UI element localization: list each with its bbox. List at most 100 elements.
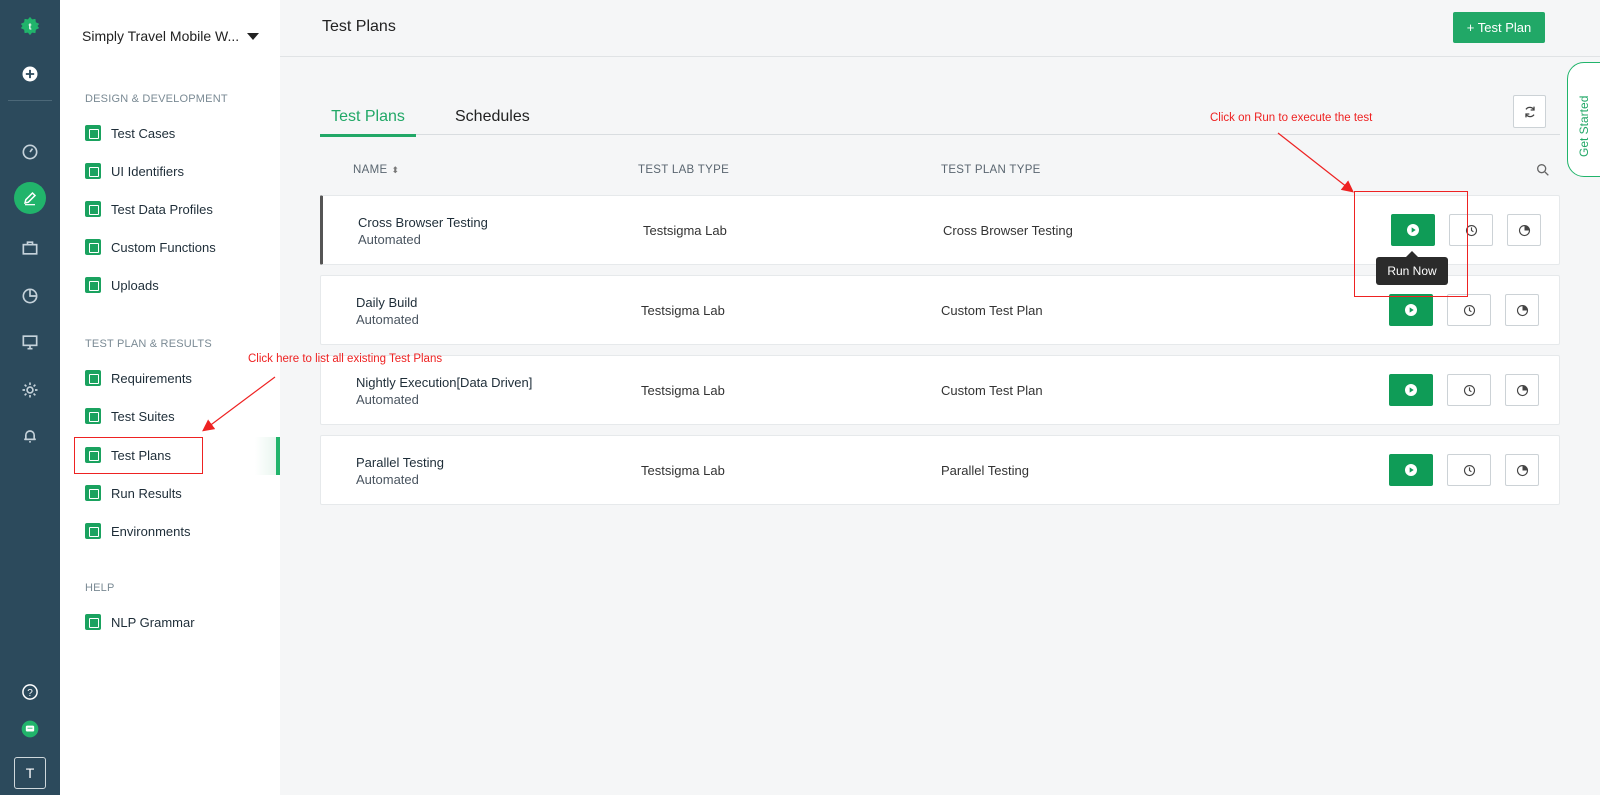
uploads-icon: [85, 277, 101, 293]
add-icon[interactable]: [14, 58, 46, 90]
sidebar-item-test-suites[interactable]: Test Suites: [85, 404, 175, 428]
test-lab-type: Testsigma Lab: [643, 223, 727, 238]
test-plan-type: Custom Test Plan: [941, 303, 1043, 318]
pie-chart-icon: [1516, 384, 1528, 396]
avatar[interactable]: T: [14, 757, 46, 789]
rail-divider: [8, 100, 52, 101]
plan-name[interactable]: Daily Build: [356, 295, 417, 310]
section-title-test-plan: TEST PLAN & RESULTS: [85, 338, 212, 350]
run-button[interactable]: [1389, 374, 1433, 406]
ui-identifiers-icon: [85, 163, 101, 179]
pie-chart-icon: [1518, 224, 1530, 236]
help-icon[interactable]: ?: [14, 676, 46, 708]
get-started-tab[interactable]: Get Started: [1567, 62, 1600, 177]
sidebar-item-ui-identifiers[interactable]: UI Identifiers: [85, 159, 184, 183]
reports-button[interactable]: [1505, 454, 1539, 486]
project-selector[interactable]: Simply Travel Mobile W...: [82, 28, 260, 44]
clock-icon: [1463, 384, 1475, 396]
test-lab-type: Testsigma Lab: [641, 303, 725, 318]
plan-kind: Automated: [356, 392, 419, 407]
sidebar-item-test-cases[interactable]: Test Cases: [85, 121, 175, 145]
get-started-label: Get Started: [1577, 95, 1591, 157]
sidebar-item-label: UI Identifiers: [111, 163, 184, 179]
sidebar-item-label: Run Results: [111, 485, 182, 501]
sidebar-item-label: Test Data Profiles: [111, 201, 213, 217]
page-header: Test Plans + Test Plan: [280, 0, 1600, 57]
pie-chart-icon[interactable]: [14, 280, 46, 312]
sidebar-item-label: Custom Functions: [111, 239, 216, 255]
sidebar-item-custom-functions[interactable]: Custom Functions: [85, 235, 216, 259]
nlp-grammar-icon: [85, 614, 101, 630]
pie-chart-icon: [1516, 304, 1528, 316]
annotation-run-text: Click on Run to execute the test: [1210, 112, 1373, 124]
sidebar-item-run-results[interactable]: Run Results: [85, 481, 182, 505]
table-row[interactable]: Nightly Execution[Data Driven] Automated…: [320, 355, 1560, 425]
test-suites-icon: [85, 408, 101, 424]
test-plan-type: Parallel Testing: [941, 463, 1029, 478]
plan-name[interactable]: Parallel Testing: [356, 455, 444, 470]
sidebar-item-label: Environments: [111, 523, 191, 539]
play-icon: [1405, 304, 1417, 316]
tab-schedules[interactable]: Schedules: [455, 108, 530, 134]
pie-chart-icon: [1516, 464, 1528, 476]
reports-button[interactable]: [1505, 294, 1539, 326]
reports-button[interactable]: [1505, 374, 1539, 406]
refresh-button[interactable]: [1513, 95, 1546, 128]
sidebar-item-label: NLP Grammar: [111, 614, 195, 630]
sidebar-item-test-data-profiles[interactable]: Test Data Profiles: [85, 197, 213, 221]
custom-functions-icon: [85, 239, 101, 255]
run-button[interactable]: [1389, 294, 1433, 326]
sidebar-item-environments[interactable]: Environments: [85, 519, 190, 543]
run-button[interactable]: [1389, 454, 1433, 486]
sidebar-item-uploads[interactable]: Uploads: [85, 273, 159, 297]
annotation-list-text: Click here to list all existing Test Pla…: [248, 353, 443, 365]
column-header-test-lab-type: TEST LAB TYPE: [638, 164, 730, 176]
sidebar-item-label: Test Suites: [111, 408, 175, 424]
sidebar-item-requirements[interactable]: Requirements: [85, 366, 192, 390]
project-name: Simply Travel Mobile W...: [82, 28, 240, 44]
sort-icon[interactable]: ⬍: [391, 165, 399, 176]
sidebar-item-label: Requirements: [111, 370, 192, 386]
table-row[interactable]: Parallel Testing Automated Testsigma Lab…: [320, 435, 1560, 505]
column-header-name[interactable]: NAME ⬍: [353, 164, 399, 176]
play-icon: [1405, 384, 1417, 396]
schedule-button[interactable]: [1447, 374, 1491, 406]
svg-text:?: ?: [27, 688, 33, 699]
settings-icon[interactable]: [14, 374, 46, 406]
bell-icon[interactable]: [14, 420, 46, 452]
arrow-to-run-button: [1277, 132, 1354, 193]
monitor-icon[interactable]: [14, 326, 46, 358]
column-header-test-plan-type: TEST PLAN TYPE: [941, 164, 1041, 176]
clock-icon: [1463, 464, 1475, 476]
reports-button[interactable]: [1507, 214, 1541, 246]
briefcase-icon[interactable]: [14, 232, 46, 264]
column-header-label: NAME: [353, 164, 388, 176]
tab-test-plans[interactable]: Test Plans: [320, 108, 416, 137]
environments-icon: [85, 523, 101, 539]
tab-bar: Test Plans Schedules: [320, 98, 1560, 137]
test-data-profiles-icon: [85, 201, 101, 217]
logo-icon[interactable]: t: [14, 10, 46, 42]
chat-icon[interactable]: [14, 713, 46, 745]
icon-rail: t ? T: [0, 0, 60, 795]
plan-kind: Automated: [356, 472, 419, 487]
plan-name[interactable]: Nightly Execution[Data Driven]: [356, 375, 532, 390]
sidebar: Simply Travel Mobile W...: [60, 0, 280, 795]
search-icon[interactable]: [1535, 162, 1551, 178]
edit-icon[interactable]: [14, 182, 46, 214]
test-lab-type: Testsigma Lab: [641, 383, 725, 398]
test-plan-type: Cross Browser Testing: [943, 223, 1073, 238]
add-test-plan-button[interactable]: + Test Plan: [1453, 12, 1545, 43]
schedule-button[interactable]: [1447, 454, 1491, 486]
chevron-down-icon: [247, 32, 260, 40]
plan-kind: Automated: [356, 312, 419, 327]
run-results-icon: [85, 485, 101, 501]
dashboard-icon[interactable]: [14, 136, 46, 168]
sidebar-item-nlp-grammar[interactable]: NLP Grammar: [85, 610, 195, 634]
sidebar-item-label: Test Cases: [111, 125, 176, 141]
test-plan-type: Custom Test Plan: [941, 383, 1043, 398]
annotation-box-run: [1354, 191, 1468, 297]
svg-text:t: t: [28, 21, 31, 31]
plan-name[interactable]: Cross Browser Testing: [358, 215, 488, 230]
schedule-button[interactable]: [1447, 294, 1491, 326]
